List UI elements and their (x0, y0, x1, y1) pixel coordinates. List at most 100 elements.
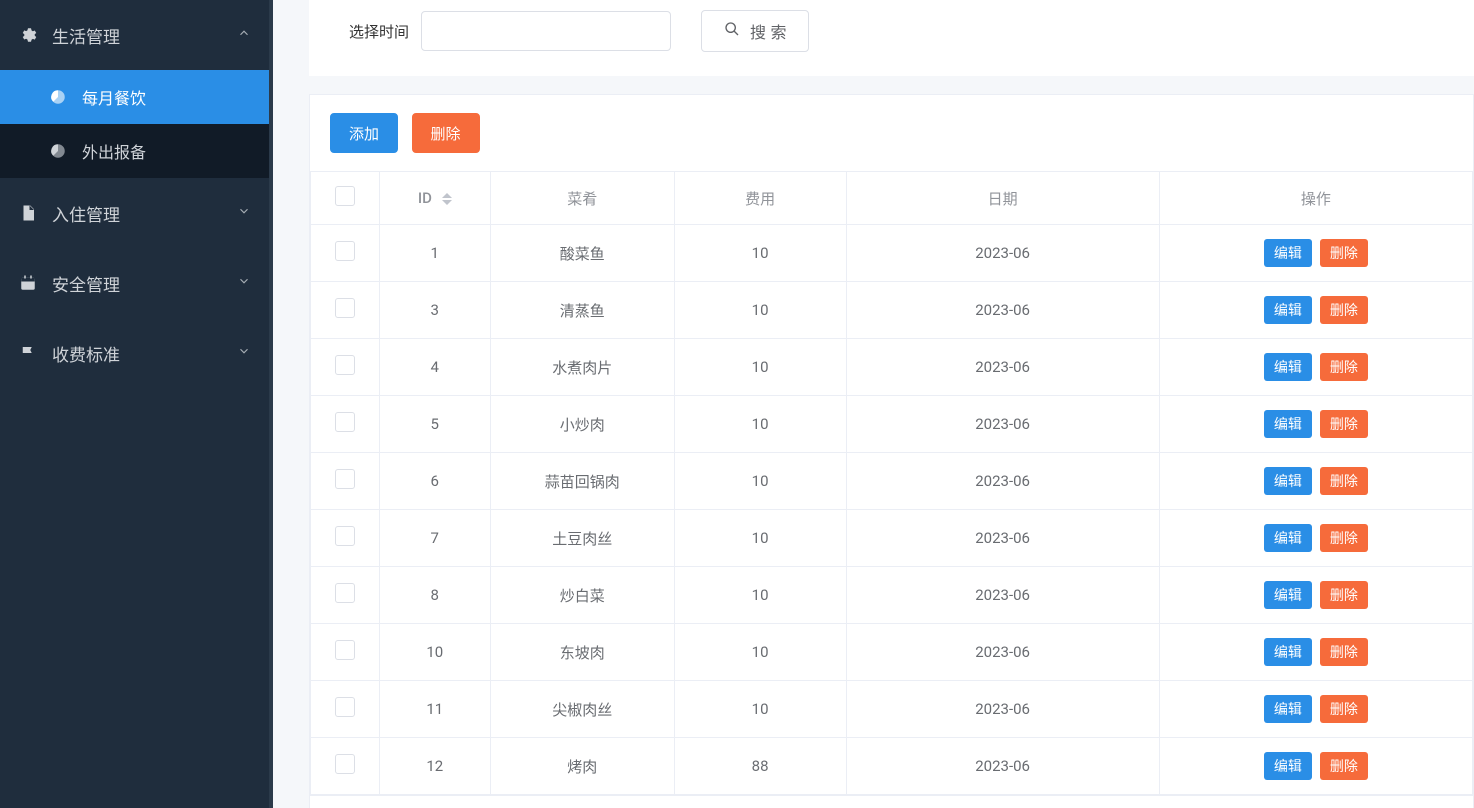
row-delete-button[interactable]: 删除 (1320, 581, 1368, 609)
cell-dish: 烤肉 (490, 738, 674, 795)
row-checkbox[interactable] (335, 583, 355, 603)
row-checkbox[interactable] (335, 298, 355, 318)
search-icon (724, 21, 740, 42)
cell-id: 4 (379, 339, 490, 396)
row-checkbox[interactable] (335, 412, 355, 432)
row-edit-button[interactable]: 编辑 (1264, 239, 1312, 267)
sidebar-item-label: 收费标准 (52, 341, 120, 366)
cell-date: 2023-06 (846, 282, 1159, 339)
sort-icon[interactable] (442, 193, 452, 205)
cell-dish: 炒白菜 (490, 567, 674, 624)
cell-cost: 10 (674, 225, 846, 282)
cell-date: 2023-06 (846, 624, 1159, 681)
row-checkbox[interactable] (335, 754, 355, 774)
row-checkbox[interactable] (335, 355, 355, 375)
cell-op: 编辑删除 (1159, 738, 1472, 795)
row-edit-button[interactable]: 编辑 (1264, 524, 1312, 552)
cell-date: 2023-06 (846, 510, 1159, 567)
row-checkbox[interactable] (335, 241, 355, 261)
cell-op: 编辑删除 (1159, 624, 1472, 681)
cell-cost: 10 (674, 567, 846, 624)
row-edit-button[interactable]: 编辑 (1264, 353, 1312, 381)
sidebar-item-checkin-management[interactable]: 入住管理 (0, 178, 269, 248)
row-delete-button[interactable]: 删除 (1320, 353, 1368, 381)
cell-op: 编辑删除 (1159, 453, 1472, 510)
table-toolbar: 添加 删除 (309, 94, 1474, 171)
table-row: 6蒜苗回锅肉102023-06编辑删除 (311, 453, 1473, 510)
header-id[interactable]: ID (379, 172, 490, 225)
table-row: 8炒白菜102023-06编辑删除 (311, 567, 1473, 624)
calendar-icon (18, 273, 38, 293)
sidebar-item-outgoing-report[interactable]: 外出报备 (0, 124, 269, 178)
header-date: 日期 (846, 172, 1159, 225)
table-row: 1酸菜鱼102023-06编辑删除 (311, 225, 1473, 282)
row-delete-button[interactable]: 删除 (1320, 695, 1368, 723)
sidebar-item-label: 外出报备 (82, 139, 146, 163)
cell-dish: 东坡肉 (490, 624, 674, 681)
cell-date: 2023-06 (846, 567, 1159, 624)
cell-cost: 88 (674, 738, 846, 795)
sidebar-item-label: 生活管理 (52, 23, 120, 48)
cell-op: 编辑删除 (1159, 225, 1472, 282)
cell-date: 2023-06 (846, 738, 1159, 795)
cell-cost: 10 (674, 339, 846, 396)
row-checkbox[interactable] (335, 526, 355, 546)
cell-dish: 土豆肉丝 (490, 510, 674, 567)
row-delete-button[interactable]: 删除 (1320, 638, 1368, 666)
cell-date: 2023-06 (846, 453, 1159, 510)
row-edit-button[interactable]: 编辑 (1264, 638, 1312, 666)
cell-date: 2023-06 (846, 339, 1159, 396)
header-checkbox[interactable] (311, 172, 380, 225)
row-delete-button[interactable]: 删除 (1320, 752, 1368, 780)
row-checkbox[interactable] (335, 469, 355, 489)
table-row: 12烤肉882023-06编辑删除 (311, 738, 1473, 795)
cell-op: 编辑删除 (1159, 396, 1472, 453)
row-edit-button[interactable]: 编辑 (1264, 410, 1312, 438)
row-delete-button[interactable]: 删除 (1320, 410, 1368, 438)
row-delete-button[interactable]: 删除 (1320, 524, 1368, 552)
header-op: 操作 (1159, 172, 1472, 225)
row-delete-button[interactable]: 删除 (1320, 467, 1368, 495)
cell-date: 2023-06 (846, 681, 1159, 738)
cell-id: 8 (379, 567, 490, 624)
row-delete-button[interactable]: 删除 (1320, 239, 1368, 267)
row-edit-button[interactable]: 编辑 (1264, 695, 1312, 723)
row-edit-button[interactable]: 编辑 (1264, 581, 1312, 609)
row-edit-button[interactable]: 编辑 (1264, 467, 1312, 495)
cell-op: 编辑删除 (1159, 567, 1472, 624)
table-row: 10东坡肉102023-06编辑删除 (311, 624, 1473, 681)
row-checkbox[interactable] (335, 640, 355, 660)
date-select-label: 选择时间 (349, 21, 409, 42)
bulk-delete-button-label: 删除 (431, 123, 461, 144)
cell-dish: 小炒肉 (490, 396, 674, 453)
row-edit-button[interactable]: 编辑 (1264, 296, 1312, 324)
cell-dish: 蒜苗回锅肉 (490, 453, 674, 510)
date-input[interactable] (421, 11, 671, 51)
cell-date: 2023-06 (846, 396, 1159, 453)
sidebar-item-monthly-meals[interactable]: 每月餐饮 (0, 70, 269, 124)
data-table: ID 菜肴 费用 日期 操作 1酸菜鱼102023-06编辑删除3清蒸鱼1020… (309, 171, 1474, 796)
table-row: 4水煮肉片102023-06编辑删除 (311, 339, 1473, 396)
bulk-delete-button[interactable]: 删除 (412, 113, 480, 153)
cell-date: 2023-06 (846, 225, 1159, 282)
cell-id: 3 (379, 282, 490, 339)
cell-cost: 10 (674, 510, 846, 567)
sidebar-item-life-management[interactable]: 生活管理 (0, 0, 269, 70)
table-row: 11尖椒肉丝102023-06编辑删除 (311, 681, 1473, 738)
cell-id: 11 (379, 681, 490, 738)
header-id-label: ID (418, 189, 432, 207)
chevron-up-icon (237, 25, 251, 45)
cell-dish: 酸菜鱼 (490, 225, 674, 282)
table-row: 5小炒肉102023-06编辑删除 (311, 396, 1473, 453)
cell-op: 编辑删除 (1159, 510, 1472, 567)
add-button[interactable]: 添加 (330, 113, 398, 153)
sidebar-item-fee-standard[interactable]: 收费标准 (0, 318, 269, 388)
sidebar-item-security-management[interactable]: 安全管理 (0, 248, 269, 318)
add-button-label: 添加 (349, 123, 379, 144)
row-delete-button[interactable]: 删除 (1320, 296, 1368, 324)
row-checkbox[interactable] (335, 697, 355, 717)
cell-cost: 10 (674, 396, 846, 453)
row-edit-button[interactable]: 编辑 (1264, 752, 1312, 780)
cell-id: 10 (379, 624, 490, 681)
search-button[interactable]: 搜 索 (701, 10, 809, 52)
